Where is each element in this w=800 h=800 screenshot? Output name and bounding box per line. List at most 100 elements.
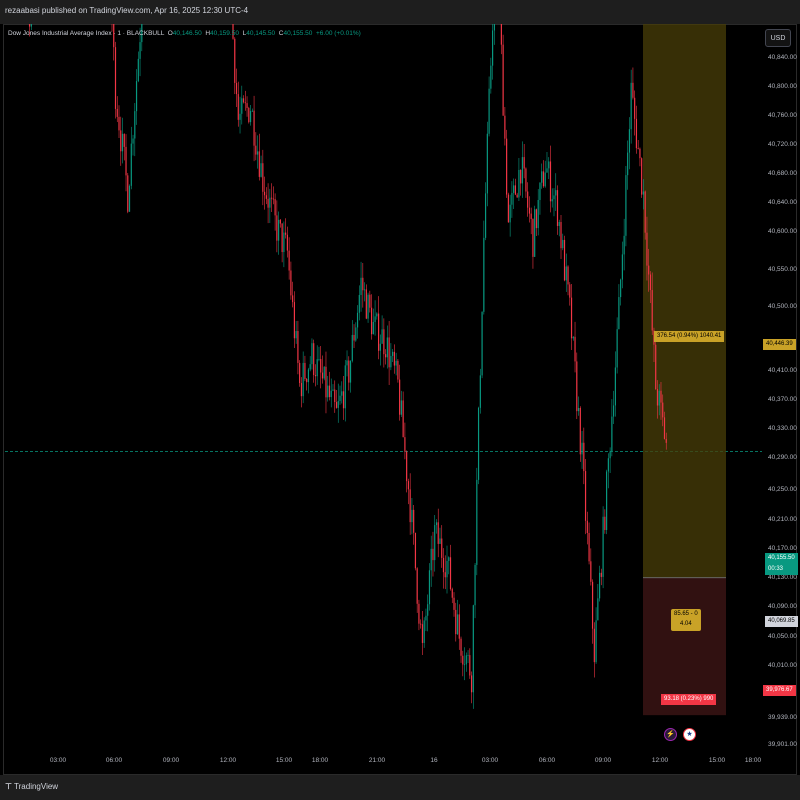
candle-body bbox=[451, 589, 453, 598]
candle-body bbox=[121, 133, 124, 152]
candle-body bbox=[256, 151, 259, 155]
candle-body bbox=[663, 417, 666, 439]
price-tick-label: 40,090.00 bbox=[768, 603, 797, 610]
candle-body bbox=[116, 108, 118, 117]
candle-body bbox=[402, 400, 404, 438]
candle-body bbox=[467, 655, 469, 656]
candle-body bbox=[579, 407, 581, 455]
candle-body bbox=[539, 182, 541, 200]
candle-body bbox=[241, 98, 243, 114]
candle-body bbox=[258, 151, 260, 177]
candle-body bbox=[506, 138, 508, 195]
candle-body bbox=[351, 334, 353, 361]
candle-body bbox=[263, 191, 266, 196]
candle-body bbox=[437, 522, 439, 544]
candle-body bbox=[553, 195, 555, 200]
time-axis: 03:00 06:00 09:00 12:00 15:00 18:00 21:00 16 03:… bbox=[50, 757, 762, 764]
candle-body bbox=[130, 143, 132, 186]
candle-body bbox=[137, 58, 139, 82]
candle-body bbox=[393, 351, 395, 366]
time-tick-label: 15:00 bbox=[276, 757, 293, 764]
candle-body bbox=[376, 313, 378, 317]
currency-button[interactable]: USD bbox=[765, 29, 791, 47]
candle-body bbox=[549, 161, 552, 202]
candle-body bbox=[544, 172, 546, 187]
candle-body bbox=[655, 344, 657, 390]
candle-body bbox=[537, 199, 539, 229]
price-tick-label: 40,600.00 bbox=[768, 228, 797, 235]
candle-body bbox=[588, 532, 590, 562]
candle-body bbox=[560, 222, 562, 249]
candle-body bbox=[456, 614, 459, 635]
entry-stats-label[interactable]: 85.65 - 0 4.04 bbox=[671, 609, 701, 631]
candle-body bbox=[246, 103, 248, 108]
candle-body bbox=[584, 471, 587, 521]
us-flag-icon[interactable]: ★ bbox=[683, 728, 696, 741]
candle-body bbox=[563, 239, 566, 281]
time-tick-label: 03:00 bbox=[50, 757, 67, 764]
candle-body bbox=[118, 116, 120, 131]
candle-body bbox=[132, 138, 134, 144]
time-tick-label: 09:00 bbox=[595, 757, 612, 764]
candle-body bbox=[521, 157, 524, 184]
candle-body bbox=[306, 378, 308, 383]
candle-body bbox=[590, 561, 592, 582]
candle-body bbox=[665, 438, 667, 443]
tv-mark-icon: ⊤ bbox=[5, 782, 12, 791]
candle-body bbox=[413, 509, 415, 533]
candle-body bbox=[577, 407, 580, 412]
candle-body bbox=[253, 110, 255, 146]
candle-body bbox=[234, 38, 236, 83]
candle-body bbox=[332, 389, 334, 391]
candle-body bbox=[381, 329, 383, 344]
candle-body bbox=[283, 232, 285, 253]
tradingview-logo[interactable]: ⊤ TradingView bbox=[5, 782, 58, 791]
candle-body bbox=[541, 171, 543, 183]
candle-body bbox=[555, 190, 557, 196]
entry-price-tag: 40,069.85 bbox=[765, 616, 798, 627]
candle-body bbox=[658, 390, 660, 406]
price-tick-label: 40,720.00 bbox=[768, 141, 797, 148]
candle-body bbox=[342, 391, 345, 409]
stop-stats-label[interactable]: 93.18 (0.23%) 990 bbox=[661, 694, 717, 705]
candle-body bbox=[314, 374, 317, 377]
legend-high: 40,159.50 bbox=[210, 30, 239, 37]
time-tick-label: 18:00 bbox=[312, 757, 329, 764]
candle-body bbox=[125, 146, 127, 176]
candle-body bbox=[321, 372, 324, 379]
lightning-icon[interactable]: ⚡ bbox=[664, 728, 677, 741]
candle-body bbox=[455, 609, 457, 635]
candle-body bbox=[535, 209, 538, 229]
candle-body bbox=[335, 402, 338, 408]
price-tick-label: 40,410.00 bbox=[768, 367, 797, 374]
candle-body bbox=[430, 548, 432, 571]
candle-body bbox=[418, 603, 420, 624]
candle-body bbox=[276, 215, 278, 241]
candle-body bbox=[395, 360, 397, 366]
candle-body bbox=[237, 94, 239, 120]
candle-body bbox=[318, 359, 320, 360]
candle-body bbox=[363, 289, 366, 291]
candle-body bbox=[127, 175, 129, 212]
candle-body bbox=[255, 145, 257, 155]
candle-body bbox=[442, 557, 445, 573]
price-chart[interactable]: 40,840.00 40,800.00 40,760.00 40,720.00 40,6… bbox=[0, 24, 800, 775]
price-tick-label: 40,250.00 bbox=[768, 486, 797, 493]
candle-body bbox=[635, 118, 638, 149]
candle-body bbox=[569, 284, 571, 298]
candle-body bbox=[295, 331, 297, 339]
candle-body bbox=[449, 557, 452, 590]
price-tick-label: 40,760.00 bbox=[768, 112, 797, 119]
candle-body bbox=[407, 481, 410, 490]
candle-body bbox=[425, 615, 427, 621]
target-stats-label[interactable]: 376.54 (0.94%) 1040.41 bbox=[654, 331, 725, 342]
price-tick-label: 40,550.00 bbox=[768, 266, 797, 273]
candle-body bbox=[607, 458, 609, 472]
candle-body bbox=[479, 375, 481, 408]
candle-body bbox=[339, 395, 341, 402]
candle-body bbox=[320, 359, 322, 373]
candle-body bbox=[558, 222, 560, 226]
candle-body bbox=[439, 538, 441, 544]
candle-body bbox=[528, 207, 531, 214]
candle-body bbox=[414, 532, 417, 569]
